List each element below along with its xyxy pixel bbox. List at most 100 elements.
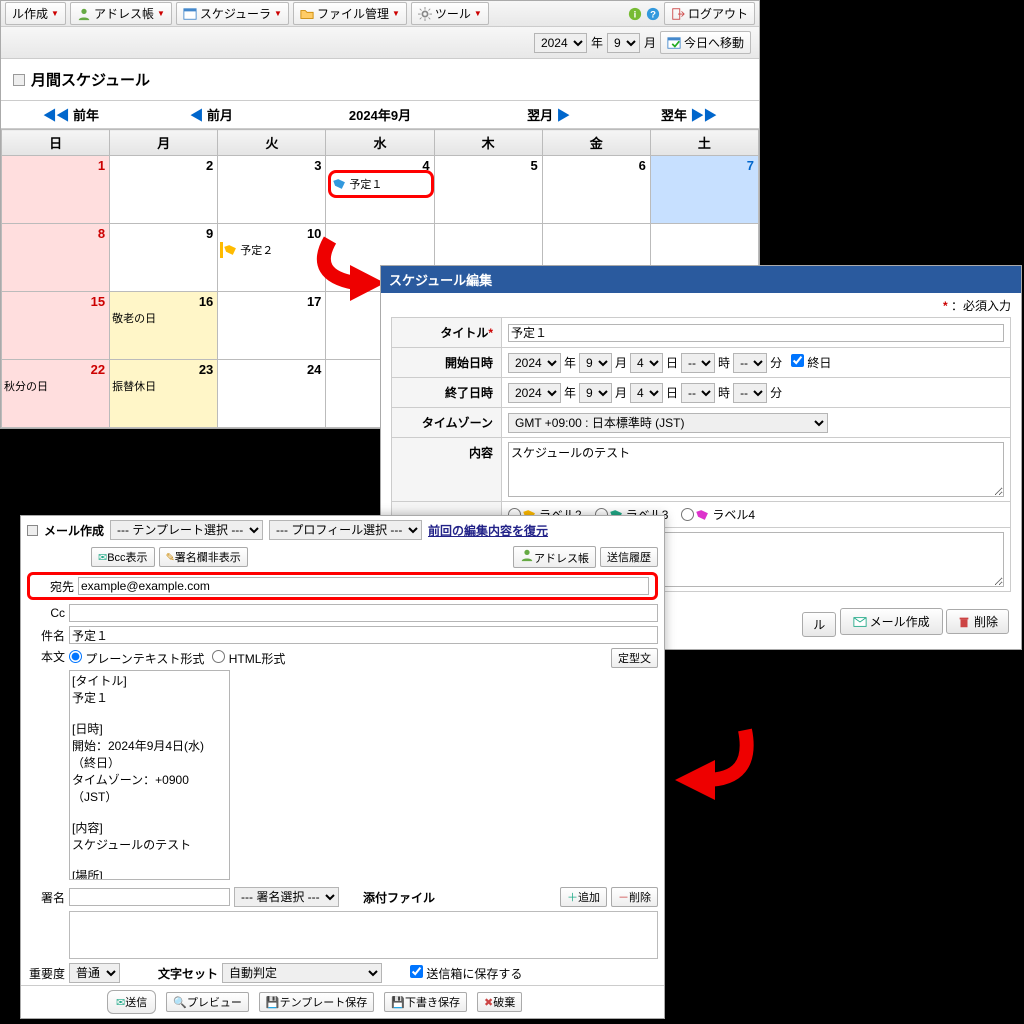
delete-button[interactable]: 削除 — [946, 609, 1009, 634]
end-hour[interactable]: -- — [681, 383, 715, 403]
cal-cell[interactable]: 7 — [650, 156, 758, 224]
charset-label: 文字セット — [158, 965, 218, 982]
cal-cell[interactable]: 4 予定１ — [326, 156, 434, 224]
title-input[interactable] — [508, 324, 1004, 342]
attach-del[interactable]: －削除 — [611, 887, 658, 907]
holiday-label: 振替休日 — [110, 378, 217, 394]
start-min[interactable]: -- — [733, 353, 767, 373]
send-history[interactable]: 送信履歴 — [600, 547, 658, 567]
fixed-text-button[interactable]: 定型文 — [611, 648, 658, 668]
allday-check[interactable]: 終日 — [791, 354, 831, 371]
cal-cell[interactable]: 22秋分の日 — [2, 360, 110, 428]
end-year[interactable]: 2024 — [508, 383, 561, 403]
label-chip[interactable]: ラベル4 — [681, 506, 755, 523]
plain-radio[interactable]: プレーンテキスト形式 — [69, 650, 204, 667]
info-icon[interactable]: i — [628, 7, 642, 21]
restore-link[interactable]: 前回の編集内容を復元 — [428, 522, 548, 539]
start-day[interactable]: 4 — [630, 353, 663, 373]
body-textarea[interactable] — [69, 670, 230, 880]
html-radio[interactable]: HTML形式 — [212, 650, 285, 667]
cal-cell[interactable]: 15 — [2, 292, 110, 360]
svg-text:i: i — [634, 9, 637, 20]
start-year[interactable]: 2024 — [508, 353, 561, 373]
help-icon[interactable]: ? — [646, 7, 660, 21]
other-button[interactable]: ル — [802, 612, 836, 637]
year-select[interactable]: 2024 — [534, 33, 587, 53]
user-icon — [77, 7, 91, 21]
cal-cell[interactable]: 1 — [2, 156, 110, 224]
sign-input[interactable] — [69, 888, 230, 906]
template-select[interactable]: --- テンプレート選択 --- — [110, 520, 263, 540]
nav-scheduler[interactable]: スケジューラ▼ — [176, 2, 289, 25]
cc-input[interactable] — [69, 604, 658, 622]
save-draft-button[interactable]: 💾下書き保存 — [384, 992, 467, 1012]
tag-icon — [224, 242, 239, 257]
sign-select[interactable]: --- 署名選択 --- — [234, 887, 339, 907]
logout-button[interactable]: ログアウト — [664, 2, 755, 25]
nav-tool[interactable]: ツール▼ — [411, 2, 489, 25]
cal-cell[interactable]: 5 — [434, 156, 542, 224]
today-icon — [667, 36, 681, 50]
calendar-icon — [183, 7, 197, 21]
end-min[interactable]: -- — [733, 383, 767, 403]
month-select[interactable]: 9 — [607, 33, 640, 53]
attach-label: 添付ファイル — [363, 889, 435, 906]
nav-compose[interactable]: ル作成▼ — [5, 2, 66, 25]
start-hour[interactable]: -- — [681, 353, 715, 373]
prev-month-button[interactable]: ◀ 前月 — [141, 101, 281, 128]
cc-label: Cc — [27, 606, 65, 620]
end-day[interactable]: 4 — [630, 383, 663, 403]
attach-add[interactable]: ＋追加 — [560, 887, 607, 907]
end-month[interactable]: 9 — [579, 383, 612, 403]
gear-icon — [418, 7, 432, 21]
nav-filemgr[interactable]: ファイル管理▼ — [293, 2, 407, 25]
to-label: 宛先 — [36, 578, 74, 595]
cal-cell[interactable]: 2 — [110, 156, 218, 224]
sign-label: 署名 — [27, 889, 65, 906]
priority-select[interactable]: 普通 — [69, 963, 120, 983]
cal-cell[interactable]: 3 — [218, 156, 326, 224]
save-template-button[interactable]: 💾テンプレート保存 — [259, 992, 374, 1012]
dow-tue: 火 — [218, 130, 326, 156]
charset-select[interactable]: 自動判定 — [222, 963, 382, 983]
to-input[interactable] — [78, 577, 649, 595]
nav-addressbook[interactable]: アドレス帳▼ — [70, 2, 172, 25]
prio-label: 重要度 — [27, 965, 65, 982]
profile-select[interactable]: --- プロフィール選択 --- — [269, 520, 422, 540]
start-month[interactable]: 9 — [579, 353, 612, 373]
subject-input[interactable] — [69, 626, 658, 644]
user-icon — [520, 548, 534, 562]
cal-cell[interactable]: 6 — [542, 156, 650, 224]
next-year-button[interactable]: 翌年 ▶▶ — [619, 101, 759, 128]
subject-label: 件名 — [27, 627, 65, 644]
bcc-toggle[interactable]: ✉Bcc表示 — [91, 547, 155, 567]
holiday-label: 秋分の日 — [2, 378, 109, 394]
cal-cell[interactable]: 16敬老の日 — [110, 292, 218, 360]
logout-icon — [671, 7, 685, 21]
required-legend: * ：必須入力 — [381, 293, 1021, 318]
dow-thu: 木 — [434, 130, 542, 156]
dow-wed: 水 — [326, 130, 434, 156]
open-addressbook[interactable]: アドレス帳 — [513, 546, 596, 568]
preview-button[interactable]: 🔍プレビュー — [166, 992, 249, 1012]
cal-cell[interactable]: 8 — [2, 224, 110, 292]
goto-today-button[interactable]: 今日へ移動 — [660, 31, 751, 54]
tz-select[interactable]: GMT +09:00 : 日本標準時 (JST) — [508, 413, 828, 433]
event-appt1[interactable]: 予定１ — [328, 170, 433, 198]
tag-icon — [696, 507, 711, 522]
cal-cell[interactable]: 24 — [218, 360, 326, 428]
attach-box[interactable] — [69, 911, 658, 959]
prev-year-button[interactable]: ◀◀ 前年 — [1, 101, 141, 128]
next-month-button[interactable]: 翌月 ▶ — [478, 101, 618, 128]
save-sent-check[interactable]: 送信箱に保存する — [410, 965, 522, 982]
month-suffix: 月 — [644, 34, 656, 51]
discard-button[interactable]: ✖破棄 — [477, 992, 522, 1012]
send-button[interactable]: ✉送信 — [107, 990, 156, 1014]
tag-icon — [333, 176, 348, 191]
cal-cell[interactable]: 9 — [110, 224, 218, 292]
sig-toggle[interactable]: ✎署名欄非表示 — [159, 547, 248, 567]
content-textarea[interactable] — [508, 442, 1004, 497]
cal-cell[interactable]: 23振替休日 — [110, 360, 218, 428]
compose-mail-button[interactable]: メール作成 — [840, 608, 943, 635]
date-subbar: 2024 年 9 月 今日へ移動 — [1, 27, 759, 59]
